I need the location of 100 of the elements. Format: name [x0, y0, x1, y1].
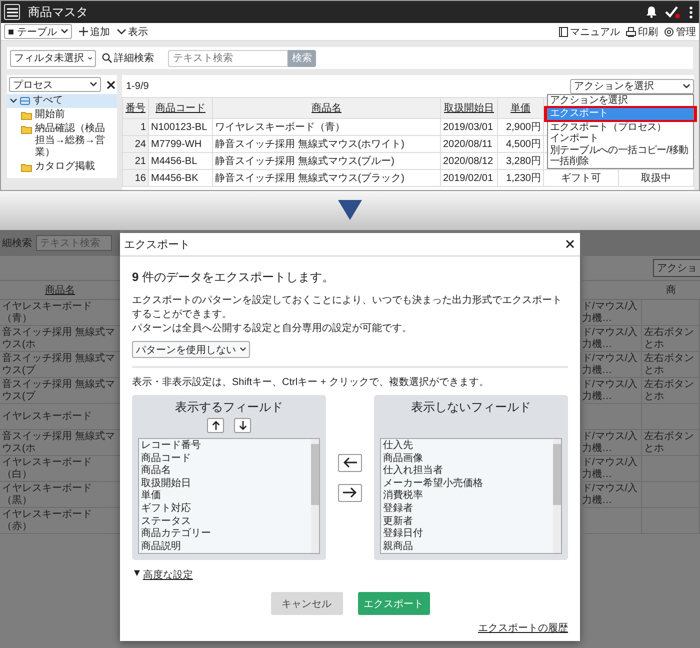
detail-search-link[interactable]: 詳細検索	[102, 51, 154, 65]
table-cell: 21	[134, 156, 146, 166]
folder-icon	[21, 111, 32, 120]
move-right-button[interactable]	[338, 484, 362, 502]
move-down-button[interactable]	[234, 418, 251, 433]
tree-item[interactable]: 開始前	[7, 108, 117, 122]
close-icon[interactable]	[107, 80, 115, 88]
field-list[interactable]: レコード番号 商品コード 商品名 取扱開始日 単価 ギフト対応 ステータス 商品カテゴリー 商品説明	[138, 438, 320, 554]
field-list[interactable]: 仕入先 商品画像 仕入れ担当者 メーカー希望小売価格 消費税率 登録者 更新者 登録日付 親商品	[380, 438, 562, 554]
panel-title: 表示しないフィールド	[411, 400, 531, 415]
process-select[interactable]: プロセス	[9, 77, 101, 92]
table-cell: ド/マウス/入力機…	[582, 326, 639, 350]
table-cell-text: 左右ボタンとホ	[644, 352, 695, 376]
table-cell: 24	[134, 138, 146, 150]
dialog-title: エクスポート	[124, 238, 190, 252]
table-cell-text: 音スイッチ採用 無線式マウス(ホ	[2, 430, 116, 454]
tree-item[interactable]: カタログ掲載	[7, 160, 117, 174]
move-up-button[interactable]	[207, 418, 224, 433]
pattern-select[interactable]: パターンを使用しない	[132, 341, 250, 358]
table-cell: M4456-BK	[151, 172, 198, 184]
column-header: 商品名	[45, 284, 75, 297]
list-option[interactable]: 単価	[141, 490, 309, 503]
export-history-link[interactable]: エクスポートの履歴	[478, 623, 568, 634]
table-cell: ギフト可	[561, 173, 601, 184]
list-option[interactable]: 更新者	[383, 516, 551, 528]
scrollbar[interactable]	[553, 439, 561, 553]
table-cell-text: イヤレスキーボード（白）	[2, 456, 93, 480]
list-option[interactable]: 商品名	[141, 465, 309, 478]
tree-item[interactable]: 納品確認（検品担当→総務→営業）	[7, 122, 117, 160]
more-icon[interactable]	[689, 6, 693, 18]
print-link[interactable]: 印刷	[626, 24, 658, 38]
table-cell: 4,500円	[506, 139, 541, 150]
dialog-button[interactable]: キャンセル	[270, 592, 342, 615]
table-cell: 2020/08/12	[443, 156, 494, 166]
up-arrow-icon	[212, 421, 220, 430]
down-arrow-icon	[238, 421, 246, 430]
dropdown-option[interactable]: インポート	[548, 133, 693, 144]
dropdown-option[interactable]: 一括削除	[548, 156, 693, 168]
table-cell-text: 左右ボタンとホ	[644, 430, 695, 454]
search-label: 細検索	[2, 236, 32, 250]
menu-button[interactable]	[4, 4, 20, 20]
filter-select[interactable]: フィルタ未選択	[10, 50, 96, 66]
admin-link[interactable]: 管理	[664, 24, 696, 38]
table-cell: ド/マウス/入力機…	[582, 430, 639, 454]
table-cell: 3,280円	[506, 156, 541, 167]
move-left-button[interactable]	[338, 454, 362, 472]
caret-icon	[88, 56, 92, 60]
bell-icon[interactable]	[646, 6, 657, 18]
add-button[interactable]: 追加	[79, 24, 110, 38]
check-icon[interactable]	[665, 6, 681, 18]
list-option[interactable]: ステータス	[141, 516, 309, 528]
table-cell: M7799-WH	[151, 138, 202, 150]
table-cell: ド/マウス/入力機…	[582, 456, 639, 480]
table-cell: ワイヤレスキーボード（青）	[215, 122, 345, 133]
view-select[interactable]: ■ テーブル	[4, 24, 72, 39]
tree-item[interactable]: すべて	[7, 94, 117, 108]
list-option[interactable]: 商品コード	[141, 452, 309, 466]
table-cell: 2019/03/01	[443, 122, 494, 132]
list-option[interactable]: 商品カテゴリー	[141, 528, 309, 541]
action-select[interactable]: アクションを選択	[570, 78, 694, 94]
list-option[interactable]: 登録者	[383, 502, 551, 516]
list-option[interactable]: 親商品	[383, 540, 551, 553]
list-option[interactable]: 仕入れ担当者	[383, 465, 551, 478]
table-cell: 2020/08/11	[443, 138, 492, 150]
plus-icon	[79, 27, 88, 36]
show-button[interactable]: 表示	[117, 24, 148, 38]
dropdown-option[interactable]: アクションを選択	[548, 94, 693, 106]
advanced-settings-link[interactable]: 高度な設定	[142, 568, 193, 582]
list-option[interactable]: メーカー希望小売価格	[383, 478, 551, 490]
close-icon[interactable]	[566, 240, 574, 248]
record-count: 1-9/9	[126, 80, 149, 92]
table-cell: 静音スイッチ採用 無線式マウス(ホワイト)	[215, 139, 404, 150]
table-cell: 静音スイッチ採用 無線式マウス(ブラック)	[215, 173, 404, 184]
list-option[interactable]: 商品説明	[141, 540, 309, 553]
list-option[interactable]: レコード番号	[141, 440, 309, 453]
dropdown-option[interactable]: 別テーブルへの一括コピー/移動	[548, 144, 693, 156]
scrollbar[interactable]	[311, 439, 319, 553]
caret-icon	[683, 84, 690, 88]
column-header[interactable]: 商品名	[312, 103, 342, 114]
table-cell-text: イヤレスキーボード（黒）	[2, 482, 93, 506]
list-option[interactable]: 消費税率	[383, 490, 551, 503]
table-cell-text: 音スイッチ採用 無線式マウス(ブ	[2, 378, 116, 402]
settings-icon	[664, 26, 674, 36]
table-cell-text: 音スイッチ採用 無線式マウス(ホ	[2, 326, 116, 350]
dropdown-option[interactable]: エクスポート（プロセス）	[548, 122, 693, 133]
caret-icon	[240, 347, 246, 352]
list-option[interactable]: 仕入先	[383, 440, 551, 453]
list-option[interactable]: 取扱開始日	[141, 478, 309, 490]
manual-link[interactable]: マニュアル	[559, 24, 620, 38]
caret-icon	[90, 82, 97, 87]
list-option[interactable]: 登録日付	[383, 528, 551, 541]
table-cell: イヤレスキーボード	[2, 410, 92, 422]
table-cell-text: 音スイッチ採用 無線式マウス(ブ	[2, 352, 116, 376]
down-arrow-icon	[338, 200, 362, 220]
database-icon	[20, 97, 30, 105]
chevron-icon	[117, 28, 126, 34]
table-cell-text: イヤレスキーボード（赤）	[2, 508, 93, 532]
list-option[interactable]: 商品画像	[383, 452, 551, 466]
table-cell: ド/マウス/入力機…	[582, 300, 639, 324]
list-option[interactable]: ギフト対応	[141, 502, 309, 516]
